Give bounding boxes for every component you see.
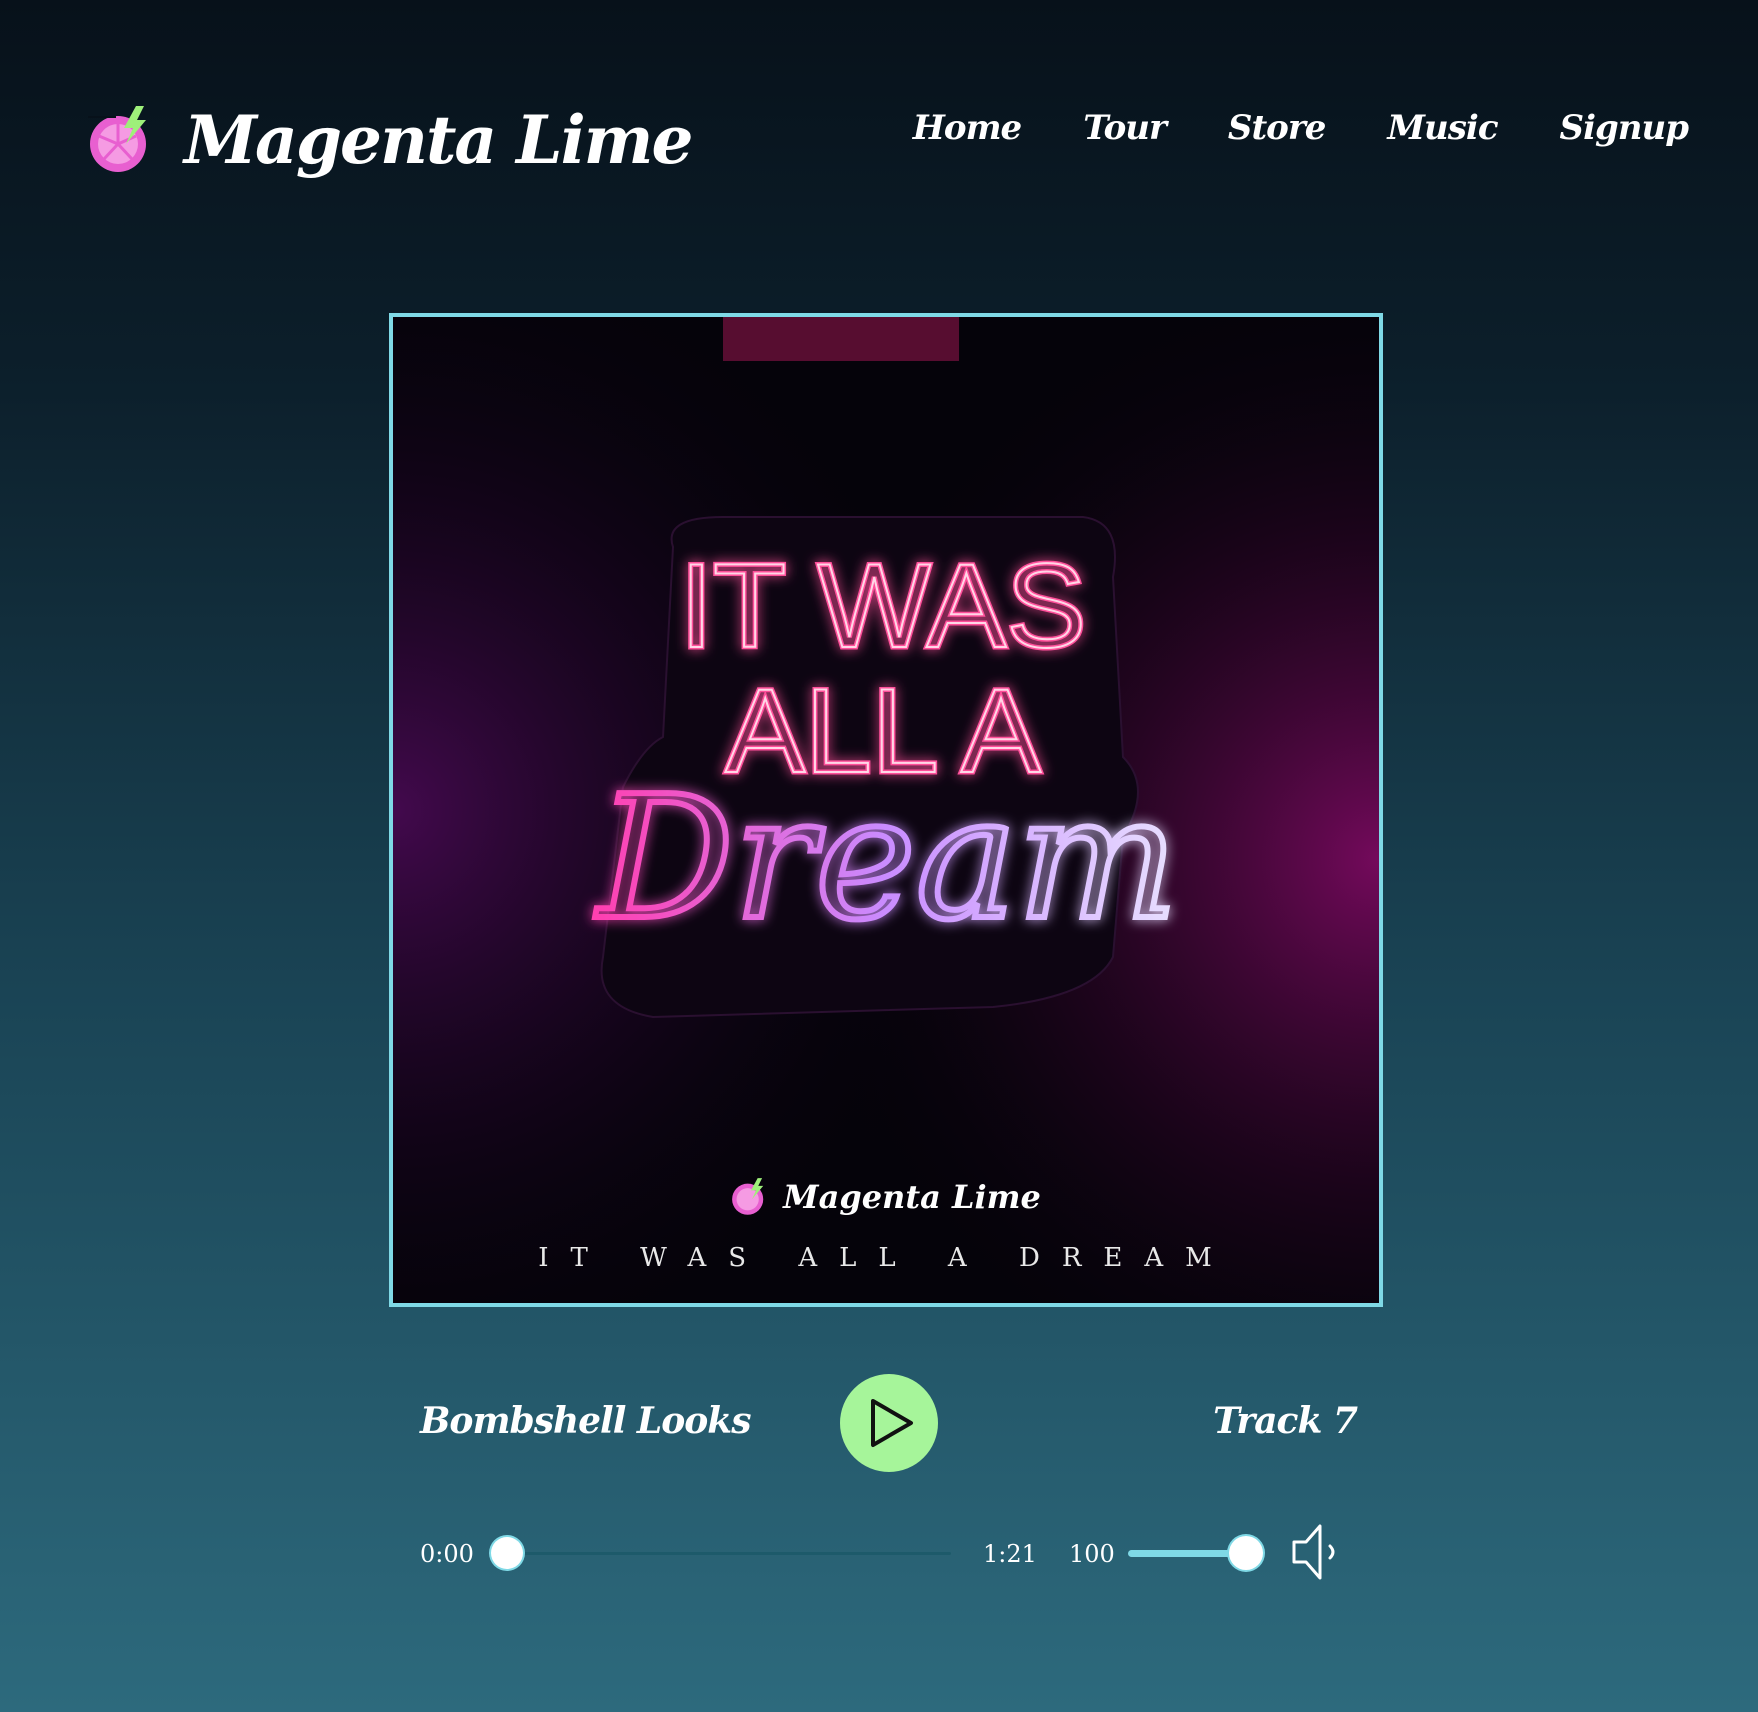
svg-text:IT WAS: IT WAS xyxy=(680,539,1087,673)
seek-bar[interactable] xyxy=(505,1552,951,1555)
speaker-icon[interactable] xyxy=(1290,1520,1346,1584)
album-title: IT WAS ALL A DREAM xyxy=(538,1243,1234,1273)
nav-music[interactable]: Music xyxy=(1387,108,1498,148)
nav-store[interactable]: Store xyxy=(1228,108,1326,148)
neon-line-3: Dream xyxy=(595,760,1179,958)
album-brand-name: Magenta Lime xyxy=(783,1178,1041,1216)
nav-tour[interactable]: Tour xyxy=(1083,108,1167,148)
lime-logo-icon xyxy=(732,1178,764,1215)
main-nav: Home Tour Store Music Signup xyxy=(851,108,1689,148)
nav-signup[interactable]: Signup xyxy=(1560,108,1689,148)
volume-value: 100 xyxy=(1069,1540,1115,1568)
track-number: Track 7 xyxy=(1213,1400,1358,1442)
play-button[interactable] xyxy=(840,1374,938,1472)
lime-logo-icon xyxy=(88,106,146,172)
brand[interactable]: Magenta Lime xyxy=(88,98,693,182)
current-time: 0:00 xyxy=(420,1540,474,1568)
track-name: Bombshell Looks xyxy=(420,1400,751,1442)
nav-home[interactable]: Home xyxy=(913,108,1022,148)
play-icon xyxy=(871,1399,913,1447)
volume-thumb[interactable] xyxy=(1229,1536,1263,1570)
album-caption: Magenta Lime IT WAS ALL A DREAM xyxy=(393,1177,1379,1273)
brand-name: Magenta Lime xyxy=(184,101,693,179)
seek-thumb[interactable] xyxy=(491,1537,523,1569)
album-artwork: IT WAS IT WAS ALL A ALL A Dream xyxy=(393,317,1379,1303)
total-time: 1:21 xyxy=(983,1540,1037,1568)
album-brand: Magenta Lime xyxy=(731,1177,1041,1217)
album-cover: IT WAS IT WAS ALL A ALL A Dream Magenta … xyxy=(389,313,1383,1307)
